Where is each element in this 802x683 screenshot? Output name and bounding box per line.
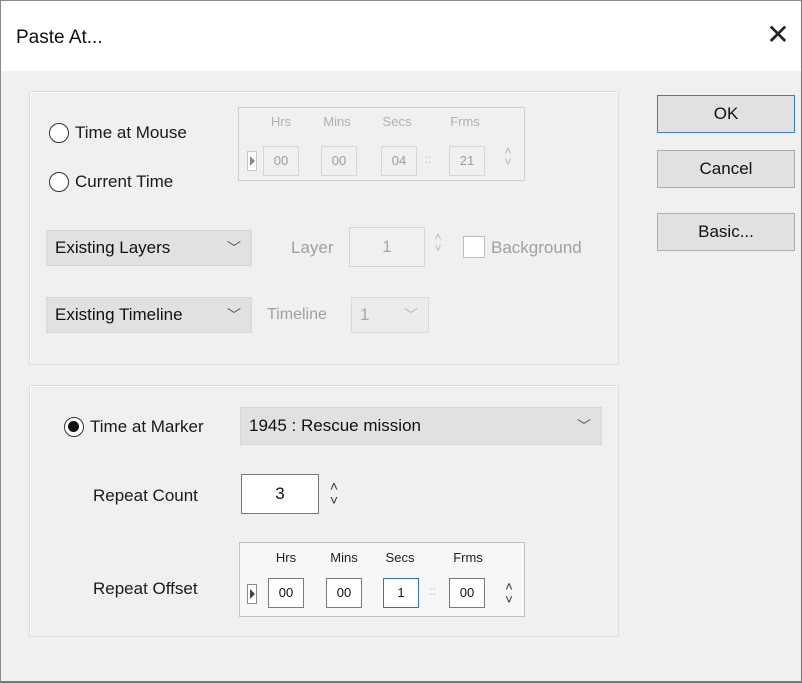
ok-button[interactable]: OK bbox=[657, 95, 795, 133]
repeat-count-field[interactable]: 3 bbox=[241, 474, 319, 514]
timeline-number-select[interactable]: 1 ﹀ bbox=[351, 297, 429, 333]
current-time-radio[interactable] bbox=[49, 172, 69, 192]
spin-up-down-icon[interactable]: ˄ ˅ bbox=[502, 580, 516, 606]
title-bar: Paste At... ✕ bbox=[1, 1, 801, 71]
spin-up-down-icon[interactable]: ˄ ˅ bbox=[501, 145, 515, 168]
chevron-down-icon: ﹀ bbox=[227, 240, 241, 256]
timeline-select-value: Existing Timeline bbox=[55, 305, 183, 324]
offset-secs-field[interactable]: 1 bbox=[383, 578, 419, 608]
paste-at-dialog: Paste At... ✕ Time at Mouse Current Time… bbox=[0, 0, 802, 683]
cancel-button[interactable]: Cancel bbox=[657, 150, 795, 188]
dialog-title: Paste At... bbox=[16, 27, 103, 48]
time-at-mouse-label: Time at Mouse bbox=[75, 123, 187, 142]
marker-select[interactable]: 1945 : Rescue mission ﹀ bbox=[240, 407, 602, 445]
current-time-label: Current Time bbox=[75, 172, 174, 191]
chevron-down-icon: ﹀ bbox=[227, 307, 241, 323]
close-icon[interactable]: ✕ bbox=[763, 18, 793, 52]
repeat-offset-timecode: Hrs Mins Secs Frms 00 00 1 :: 00 ˄ ˅ bbox=[239, 542, 525, 617]
layers-select-value: Existing Layers bbox=[55, 238, 171, 257]
play-icon bbox=[247, 151, 257, 171]
repeat-count-label: Repeat Count bbox=[93, 486, 198, 505]
frame-separator: :: bbox=[425, 152, 432, 166]
repeat-offset-label: Repeat Offset bbox=[93, 579, 198, 598]
secs-field[interactable]: 04 bbox=[381, 146, 417, 176]
hrs-header: Hrs bbox=[275, 550, 297, 565]
layers-select[interactable]: Existing Layers ﹀ bbox=[46, 230, 252, 266]
frms-header: Frms bbox=[453, 550, 483, 565]
layer-number-field[interactable]: 1 bbox=[349, 227, 425, 267]
hrs-header: Hrs bbox=[270, 114, 292, 129]
background-label: Background bbox=[491, 238, 582, 257]
chevron-down-icon: ﹀ bbox=[577, 418, 591, 434]
chevron-down-icon: ﹀ bbox=[404, 307, 418, 323]
frms-field[interactable]: 21 bbox=[449, 146, 485, 176]
timeline-select[interactable]: Existing Timeline ﹀ bbox=[46, 297, 252, 333]
offset-frms-field[interactable]: 00 bbox=[449, 578, 485, 608]
secs-header: Secs bbox=[382, 114, 412, 129]
frms-header: Frms bbox=[450, 114, 480, 129]
frame-separator: :: bbox=[429, 584, 436, 598]
marker-select-value: 1945 : Rescue mission bbox=[249, 416, 421, 435]
time-at-mouse-radio[interactable] bbox=[49, 123, 69, 143]
offset-hrs-field[interactable]: 00 bbox=[268, 578, 304, 608]
play-icon[interactable] bbox=[247, 584, 257, 604]
spin-up-down-icon[interactable]: ˄ ˅ bbox=[327, 479, 341, 507]
hrs-field[interactable]: 00 bbox=[263, 146, 299, 176]
time-at-marker-radio[interactable] bbox=[64, 417, 84, 437]
background-checkbox[interactable] bbox=[463, 236, 485, 258]
mins-header: Mins bbox=[323, 114, 351, 129]
spin-up-down-icon[interactable]: ˄ ˅ bbox=[431, 231, 445, 254]
timeline-label: Timeline bbox=[267, 306, 327, 323]
mins-header: Mins bbox=[330, 550, 358, 565]
basic-button[interactable]: Basic... bbox=[657, 213, 795, 251]
timeline-number-value: 1 bbox=[360, 305, 370, 324]
secs-header: Secs bbox=[385, 550, 415, 565]
timecode-control: Hrs Mins Secs Frms 00 00 04 :: 21 ˄ ˅ bbox=[238, 107, 525, 181]
mins-field[interactable]: 00 bbox=[321, 146, 357, 176]
time-at-marker-label: Time at Marker bbox=[90, 417, 204, 436]
offset-mins-field[interactable]: 00 bbox=[326, 578, 362, 608]
layer-label: Layer bbox=[291, 238, 334, 257]
